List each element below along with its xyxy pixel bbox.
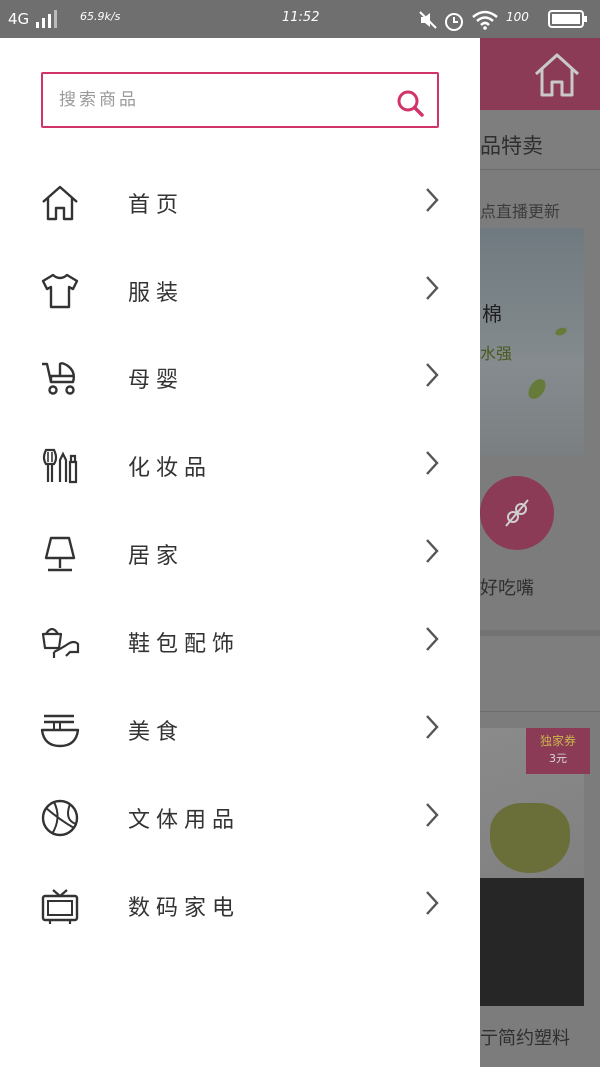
background-row	[480, 636, 600, 712]
menu-item-clothing[interactable]: 服装	[0, 251, 480, 339]
menu-label: 服装	[128, 281, 185, 306]
mute-icon	[419, 11, 437, 29]
chevron-right-icon	[426, 715, 439, 739]
background-subtitle: 点直播更新	[480, 202, 561, 221]
menu-label: 母婴	[128, 368, 185, 393]
product-image-part	[480, 878, 584, 1006]
menu-item-shoes-bags[interactable]: 鞋包配饰	[0, 602, 480, 690]
search-icon[interactable]	[395, 88, 425, 118]
search-input[interactable]	[59, 86, 379, 114]
network-speed: 65.9k/s	[80, 10, 121, 23]
battery-icon	[548, 10, 587, 28]
search-box	[41, 72, 439, 128]
stroller-icon	[42, 362, 76, 395]
tshirt-icon	[41, 273, 79, 309]
product-photo: 独家券 3元	[480, 728, 590, 1006]
chevron-right-icon	[426, 451, 439, 475]
alarm-icon	[445, 13, 463, 31]
home-icon	[42, 185, 78, 221]
product-title: 亍简约塑料	[480, 1028, 570, 1049]
menu-item-home[interactable]: 首页	[0, 163, 480, 251]
menu-label: 美食	[128, 720, 185, 745]
coupon-title: 独家券	[539, 734, 576, 748]
signal-icon	[36, 10, 57, 28]
wifi-icon	[472, 10, 498, 30]
menu-label: 文体用品	[128, 808, 241, 833]
bag-shoe-icon	[41, 627, 80, 658]
menu-item-digital-appliances[interactable]: 数码家电	[0, 866, 480, 954]
chevron-right-icon	[426, 363, 439, 387]
coupon-value: 3元	[549, 752, 567, 765]
category-circle	[480, 476, 554, 550]
coupon-badge: 独家券 3元	[526, 728, 590, 774]
category-label: 好吃嘴	[480, 578, 534, 599]
skewer-icon	[505, 499, 529, 527]
background-banner: 棉 水强	[480, 228, 584, 456]
lamp-icon	[44, 536, 76, 572]
menu-item-sports-stationery[interactable]: 文体用品	[0, 778, 480, 866]
basketball-icon	[41, 799, 79, 837]
chevron-right-icon	[426, 803, 439, 827]
status-bar: 4G 65.9k/s 11:52 100	[0, 0, 600, 38]
menu-label: 首页	[128, 193, 185, 218]
chevron-right-icon	[426, 891, 439, 915]
menu-item-home-living[interactable]: 居家	[0, 514, 480, 602]
chevron-right-icon	[426, 276, 439, 300]
leaf-decoration	[554, 326, 568, 337]
background-title: 品特卖	[480, 134, 543, 158]
home-icon	[534, 53, 580, 97]
clock: 11:52	[282, 10, 320, 25]
background-header	[480, 38, 600, 110]
product-image-part	[490, 803, 570, 873]
menu-item-cosmetics[interactable]: 化妆品	[0, 426, 480, 514]
makeup-brush-icon	[42, 448, 78, 484]
menu-item-mother-baby[interactable]: 母婴	[0, 338, 480, 426]
noodle-bowl-icon	[40, 714, 80, 748]
menu-label: 化妆品	[128, 456, 213, 481]
background-page: 品特卖 点直播更新 棉 水强 好吃嘴 独家券 3元 亍简约塑料	[480, 38, 600, 1067]
banner-text: 棉	[482, 302, 502, 326]
chevron-right-icon	[426, 627, 439, 651]
banner-text: 水强	[480, 344, 513, 363]
chevron-right-icon	[426, 188, 439, 212]
chevron-right-icon	[426, 539, 439, 563]
battery-percent: 100	[506, 10, 529, 24]
leaf-decoration	[524, 375, 550, 403]
menu-label: 鞋包配饰	[128, 632, 241, 657]
side-drawer: 首页 服装 母婴 化妆品	[0, 38, 480, 1067]
tv-icon	[41, 889, 79, 924]
network-type: 4G	[8, 10, 30, 28]
menu-label: 居家	[128, 544, 185, 569]
menu-item-food[interactable]: 美食	[0, 690, 480, 778]
menu-label: 数码家电	[128, 896, 241, 921]
